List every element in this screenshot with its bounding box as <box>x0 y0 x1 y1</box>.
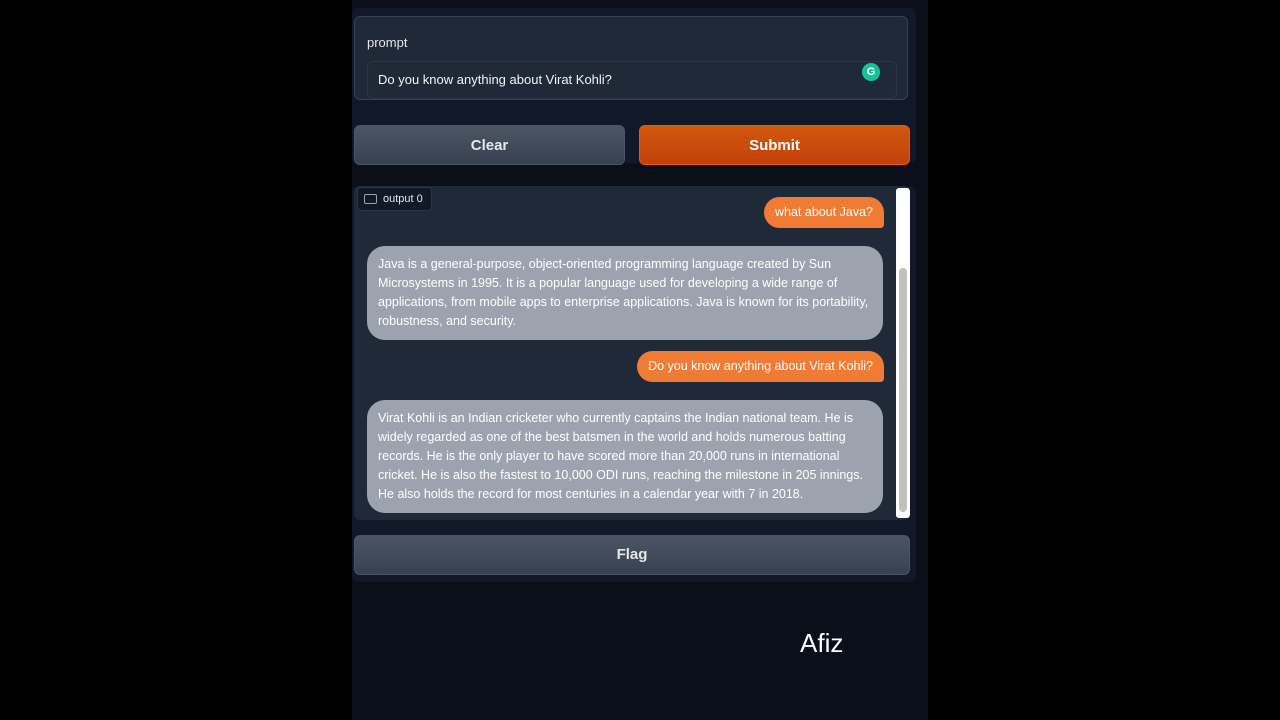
submit-button[interactable]: Submit <box>639 125 910 165</box>
output-tag-label: output 0 <box>383 193 423 205</box>
prompt-input[interactable]: Do you know anything about Virat Kohli? <box>367 61 897 99</box>
output-panel: output 0 what about Java? Java is a gene… <box>352 186 916 582</box>
bot-message: Java is a general-purpose, object-orient… <box>367 246 883 340</box>
scrollbar-thumb[interactable] <box>899 268 907 512</box>
grammarly-icon[interactable]: G <box>862 63 880 81</box>
chat-icon <box>364 194 377 204</box>
chatbot-output: output 0 what about Java? Java is a gene… <box>354 186 910 520</box>
flag-button[interactable]: Flag <box>354 535 910 575</box>
gradio-app: prompt Do you know anything about Virat … <box>352 0 928 720</box>
prompt-block: prompt Do you know anything about Virat … <box>354 16 908 100</box>
input-panel: prompt Do you know anything about Virat … <box>352 8 916 165</box>
clear-button[interactable]: Clear <box>354 125 625 165</box>
user-message: Do you know anything about Virat Kohli? <box>637 351 884 382</box>
prompt-label: prompt <box>367 35 408 50</box>
output-tag: output 0 <box>357 187 432 211</box>
watermark-text: Afiz <box>800 628 844 658</box>
bot-message: Virat Kohli is an Indian cricketer who c… <box>367 400 883 513</box>
user-message: what about Java? <box>764 197 884 228</box>
chat-scrollbar[interactable] <box>896 188 910 518</box>
